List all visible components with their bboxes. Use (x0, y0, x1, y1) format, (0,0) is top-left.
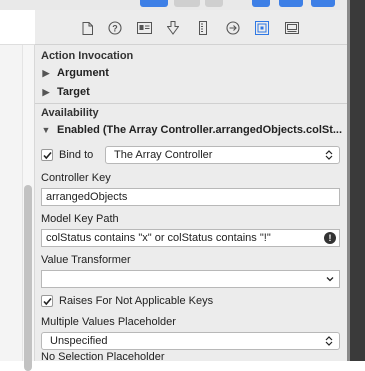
section-divider (35, 103, 347, 104)
disclosure-right-icon[interactable]: ▶ (41, 87, 51, 97)
bind-to-popup[interactable]: The Array Controller (105, 146, 340, 164)
disclosure-enabled[interactable]: ▼ Enabled (The Array Controller.arranged… (41, 124, 343, 136)
editor-pane (0, 10, 35, 371)
model-key-path-value: colStatus contains "x" or colStatus cont… (46, 232, 271, 244)
bindings-inspector: ? Action Invocation ▶ Argument ▶ Target … (35, 10, 347, 363)
svg-text:?: ? (112, 24, 118, 34)
warning-icon[interactable]: ! (324, 232, 336, 244)
attributes-icon[interactable] (165, 20, 181, 36)
effects-icon[interactable] (284, 20, 300, 36)
multiple-values-label: Multiple Values Placeholder (41, 316, 176, 328)
editor-header (0, 10, 35, 45)
toolbar-button-5[interactable] (279, 0, 303, 7)
popup-arrows-icon (325, 336, 333, 346)
disclosure-right-icon[interactable]: ▶ (41, 68, 51, 78)
enabled-label: Enabled (The Array Controller.arrangedOb… (57, 124, 343, 136)
help-icon[interactable]: ? (107, 20, 123, 36)
bind-to-label: Bind to (59, 149, 94, 161)
model-key-path-field[interactable]: colStatus contains "x" or colStatus cont… (41, 229, 340, 247)
connections-icon[interactable] (225, 20, 241, 36)
bind-to-row: Bind to (41, 149, 93, 161)
disclosure-down-icon[interactable]: ▼ (41, 125, 51, 135)
toolbar-button-2[interactable] (174, 0, 200, 7)
value-transformer-combo[interactable] (41, 270, 340, 288)
toolbar-button-6[interactable] (311, 0, 335, 7)
toolbar-button-1[interactable] (140, 0, 168, 7)
value-transformer-label: Value Transformer (41, 254, 131, 266)
action-invocation-title: Action Invocation (41, 50, 134, 62)
multiple-values-value: Unspecified (50, 335, 108, 347)
toolbar-button-3[interactable] (205, 0, 223, 7)
size-icon[interactable] (195, 20, 211, 36)
window-edge-shade (347, 0, 350, 361)
model-key-path-label: Model Key Path (41, 213, 119, 225)
raises-row: Raises For Not Applicable Keys (41, 295, 213, 307)
identity-icon[interactable] (136, 20, 152, 36)
raises-label: Raises For Not Applicable Keys (59, 295, 214, 307)
controller-key-field[interactable]: arrangedObjects (41, 188, 340, 206)
chevron-down-icon[interactable] (325, 274, 335, 284)
no-selection-label: No Selection Placeholder (41, 351, 165, 363)
controller-key-label: Controller Key (41, 172, 111, 184)
argument-label: Argument (57, 67, 109, 79)
disclosure-argument[interactable]: ▶ Argument (41, 67, 109, 79)
bind-to-value: The Array Controller (114, 149, 213, 161)
availability-title: Availability (41, 107, 99, 119)
inspector-tab-bar: ? (35, 10, 347, 45)
toolbar-button-4[interactable] (252, 0, 270, 7)
bindings-icon[interactable] (254, 20, 270, 36)
top-toolbar (0, 0, 365, 10)
target-label: Target (57, 86, 90, 98)
multiple-values-popup[interactable]: Unspecified (41, 332, 340, 350)
bind-to-checkbox[interactable] (41, 149, 53, 161)
disclosure-target[interactable]: ▶ Target (41, 86, 90, 98)
editor-scroll-thumb[interactable] (24, 185, 32, 371)
window-edge (347, 0, 365, 361)
popup-arrows-icon (325, 150, 333, 160)
controller-key-value: arrangedObjects (46, 191, 128, 203)
file-icon[interactable] (79, 20, 95, 36)
raises-checkbox[interactable] (41, 295, 53, 307)
